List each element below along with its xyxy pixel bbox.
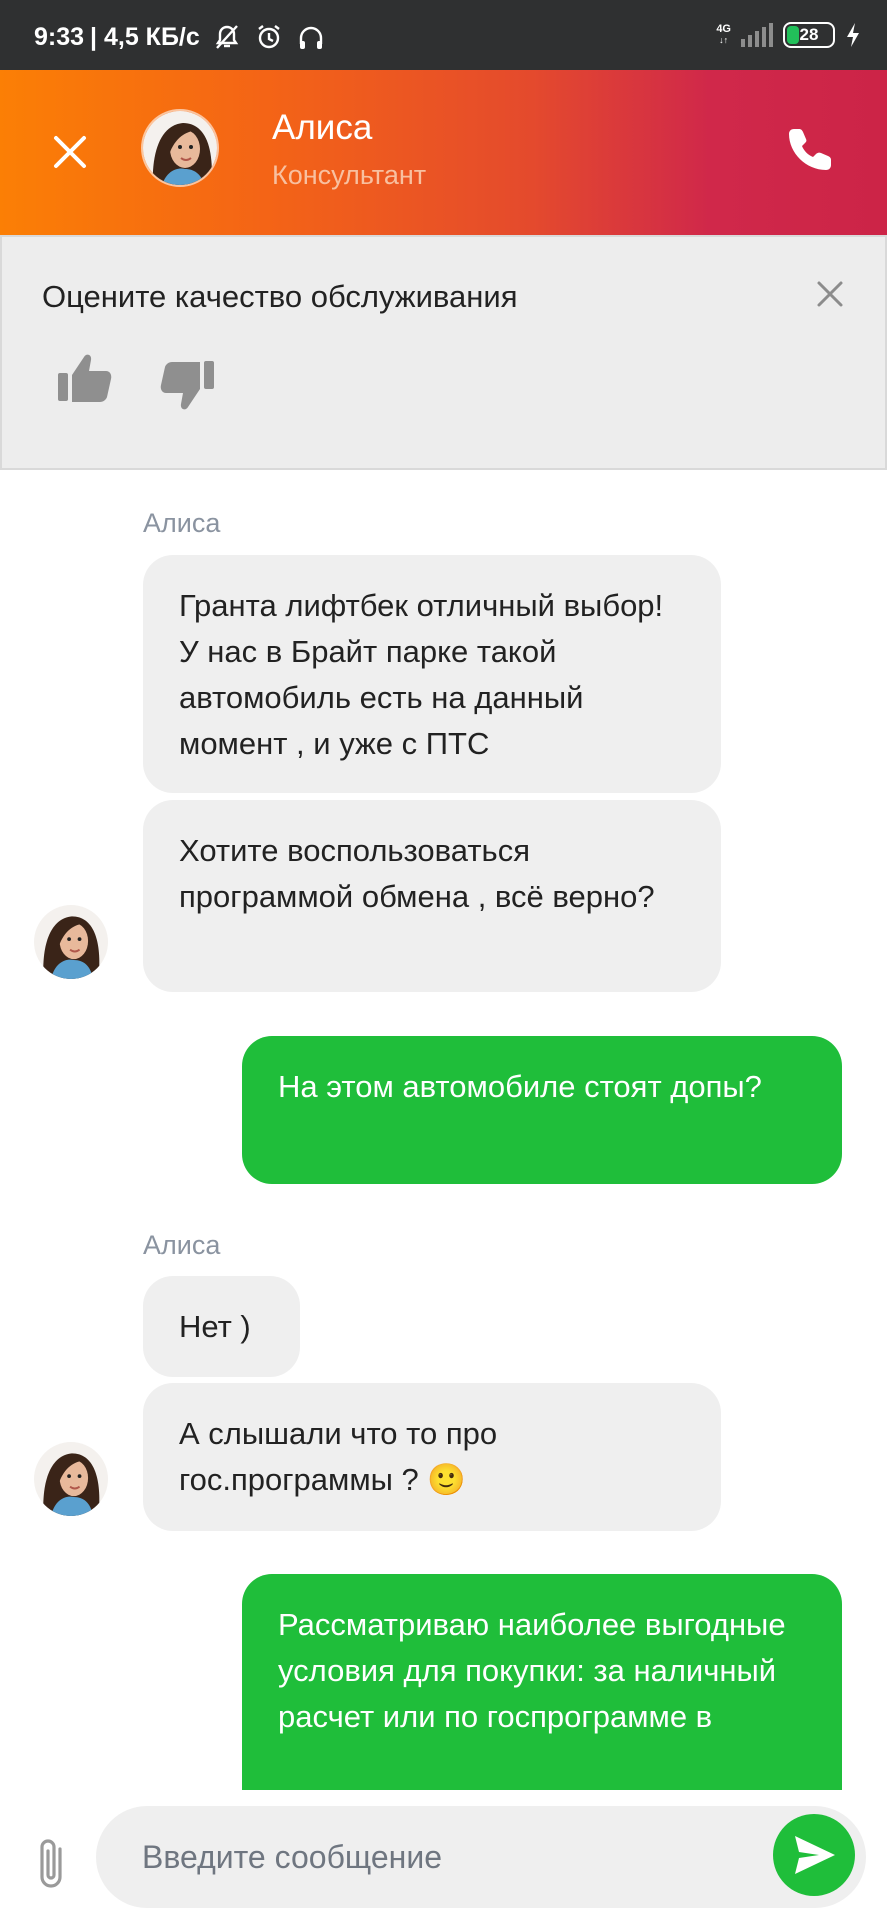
clock: 9:33 — [34, 22, 85, 51]
rating-panel: Оцените качество обслуживания — [0, 235, 887, 470]
close-icon[interactable] — [45, 127, 95, 177]
status-left: 9:33 | 4,5 КБ/с — [34, 22, 326, 52]
send-icon — [795, 1836, 835, 1874]
signal-icon — [741, 23, 773, 47]
paperclip-icon[interactable] — [30, 1835, 74, 1893]
send-button[interactable] — [773, 1814, 855, 1896]
charging-icon — [847, 23, 859, 47]
contact-role: Консультант — [272, 160, 427, 190]
headphones-icon — [299, 26, 322, 49]
message-bubble-outgoing: Рассматриваю наиболее выгодные условия д… — [242, 1574, 842, 1790]
mute-icon — [215, 25, 239, 49]
message-bubble-incoming: Нет ) — [143, 1276, 300, 1377]
avatar — [34, 905, 108, 979]
thumbs-down-icon[interactable] — [158, 355, 218, 415]
avatar — [141, 109, 219, 187]
status-right: 4G ↓↑ 28 — [716, 22, 861, 48]
battery-icon: 28 — [783, 22, 835, 48]
message-bubble-incoming: А слышали что то про гос.программы ? 🙂 — [143, 1383, 721, 1531]
close-icon[interactable] — [814, 278, 846, 310]
message-composer — [0, 1790, 887, 1920]
battery-level: 28 — [799, 25, 819, 44]
message-bubble-incoming: Хотите воспользоваться программой обмена… — [143, 800, 721, 992]
sender-name: Алиса — [143, 1230, 221, 1260]
rating-title: Оцените качество обслуживания — [42, 279, 518, 314]
thumbs-up-icon[interactable] — [54, 349, 114, 409]
message-bubble-incoming: Гранта лифтбек отличный выбор! У нас в Б… — [143, 555, 721, 793]
message-input[interactable] — [96, 1806, 866, 1908]
phone-icon[interactable] — [786, 125, 834, 173]
status-bar: 9:33 | 4,5 КБ/с 4G ↓↑ 28 — [0, 0, 887, 70]
network-speed: | 4,5 КБ/с — [90, 22, 200, 51]
contact-name: Алиса — [272, 108, 373, 147]
alarm-icon — [258, 25, 280, 49]
chat-header: Алиса Консультант — [0, 70, 887, 235]
sender-name: Алиса — [143, 508, 221, 538]
avatar — [34, 1442, 108, 1516]
message-bubble-outgoing: На этом автомобиле стоят допы? — [242, 1036, 842, 1184]
network-type: 4G ↓↑ — [716, 23, 731, 46]
